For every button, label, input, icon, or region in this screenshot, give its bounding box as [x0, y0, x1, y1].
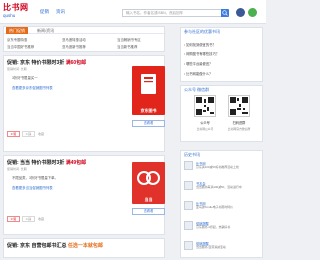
avatar: [184, 221, 193, 230]
dangdang-image[interactable]: 当当: [132, 162, 165, 204]
logo-text-en: qushu: [3, 13, 16, 18]
promo-post-jd: 促销: 京东 特价书限时3折 满60包邮 促销时间: 长期 3折好书限量买一 查…: [3, 55, 165, 152]
top-bar: 比书网 qushu 促销 资讯 输入书名，作者名或ISBN，然后回车: [0, 0, 266, 24]
go-view-button[interactable]: 去看看: [132, 120, 165, 127]
history-item[interactable]: 比书网 京东满100减50好书推荐活动上线: [184, 161, 261, 174]
tab-news[interactable]: 新闻/资讯: [37, 28, 54, 34]
category-item[interactable]: 当当中国好书推荐: [7, 44, 34, 49]
sidebar-history-title: 历史书讯: [184, 152, 200, 157]
category-item[interactable]: 亚马逊特惠活动: [62, 37, 86, 42]
qr-code-group: [228, 95, 250, 117]
promo-post-jd-free-shipping: 促销: 京东 自营包邮书汇总 任选一本就包邮: [3, 238, 165, 258]
qr-subtitle: 比书网官方微信群: [227, 127, 251, 131]
history-text: 京东图书 2折起，热销好书: [196, 225, 231, 229]
dislike-button[interactable]: 0 踩: [22, 131, 35, 137]
post-title-text: 促销: 当当 特价书限时3折: [7, 160, 66, 166]
wechat-icon[interactable]: [248, 8, 257, 17]
jd-books-image[interactable]: 京东图书: [132, 66, 165, 115]
post-meta: 促销时间: 长期: [7, 67, 27, 71]
dislike-button[interactable]: 0 踩: [22, 216, 35, 222]
image-caption: 京东图书: [140, 108, 157, 113]
like-button[interactable]: 0 赞: [7, 216, 20, 222]
post-link[interactable]: 查看更多京东促销图书列表: [12, 85, 53, 90]
history-item[interactable]: 比书网 亚马逊Kindle电子书限时特价: [184, 201, 261, 214]
promo-post-dangdang: 促销: 当当 特价书限时3折 满49包邮 促销时间: 长期 不限品类，3折好书限…: [3, 155, 165, 235]
category-item[interactable]: 当当新书推荐: [117, 44, 137, 49]
search-icon: [222, 10, 228, 16]
sidebar-follow-title: 公众号 微信群: [184, 87, 210, 92]
sidebar-follow: 公众号 微信群 公众号 扫码进群 比书网公众号 比书网官方微信群: [180, 85, 263, 142]
faq-item[interactable]: • 比书网能做什么？: [184, 71, 212, 76]
category-item[interactable]: 京东专题特惠: [7, 37, 27, 42]
qr-subtitle: 比书网公众号: [196, 127, 214, 131]
favorite-link[interactable]: 收藏: [38, 132, 44, 136]
search-input[interactable]: 输入书名，作者名或ISBN，然后回车: [122, 9, 222, 17]
book-icon: [141, 74, 156, 94]
history-text: 京东满100减50好书推荐活动上线: [196, 165, 239, 169]
post-text: 不限品类，3折好书限量下单。: [12, 176, 58, 180]
login-icon[interactable]: [236, 8, 245, 17]
faq-item[interactable]: • 如何找到便宜的书？: [184, 42, 216, 47]
nav-news[interactable]: 资讯: [56, 9, 65, 15]
history-item[interactable]: 促销提醒 京东图书 2折起，热销好书: [184, 221, 261, 234]
logo-text-cn: 比书网: [3, 3, 29, 12]
qr-code-official-account: [194, 95, 216, 117]
favorite-link[interactable]: 收藏: [38, 217, 44, 221]
history-item[interactable]: 书友会 当当图书每满100减50，活动进行中: [184, 181, 261, 194]
go-view-button[interactable]: 去看看: [132, 208, 165, 215]
post-title-highlight: 满60包邮: [65, 60, 87, 66]
history-item[interactable]: 促销提醒 当当图书 自营满减活动: [184, 241, 261, 254]
qr-label: 扫码进群: [232, 121, 246, 125]
faq-item[interactable]: • 哪些平台最便宜？: [184, 61, 212, 66]
post-meta: 促销时间: 长期: [7, 167, 27, 171]
history-text: 当当图书每满100减50，活动进行中: [196, 185, 242, 189]
post-actions: 0 赞 0 踩 收藏: [7, 131, 67, 137]
sidebar-faq-title: 参与社区的优惠书讯: [184, 29, 220, 34]
qr-label: 公众号: [200, 121, 210, 125]
site-logo[interactable]: 比书网 qushu: [3, 3, 31, 21]
sidebar-history: 历史书讯 比书网 京东满100减50好书推荐活动上线 书友会 当当图书每满100…: [180, 150, 263, 258]
post-title-text: 促销: 京东 特价书限时3折: [7, 60, 66, 66]
avatar: [184, 241, 193, 250]
dangdang-logo-icon: [137, 171, 160, 185]
avatar: [184, 161, 193, 170]
avatar: [184, 201, 193, 210]
history-text: 当当图书 自营满减活动: [196, 245, 226, 249]
post-title-text: 促销: 京东 自营包邮书汇总: [7, 243, 68, 249]
history-text: 亚马逊Kindle电子书限时特价: [196, 205, 233, 209]
image-caption: 当当: [144, 197, 153, 202]
post-link[interactable]: 查看更多当当促销图书列表: [12, 185, 53, 190]
sidebar-faq: 参与社区的优惠书讯 • 如何找到便宜的书？ • 网购图书有哪些技巧？ • 哪些平…: [180, 27, 263, 82]
faq-item[interactable]: • 网购图书有哪些技巧？: [184, 51, 219, 56]
qr-code-icon: [230, 97, 248, 115]
category-panel: 热门促销 新闻/资讯 京东专题特惠 亚马逊特惠活动 当当畅销书专区 当当中国好书…: [3, 26, 166, 52]
post-title[interactable]: 促销: 京东 自营包邮书汇总 任选一本就包邮: [7, 242, 103, 249]
nav-promotions[interactable]: 促销: [40, 9, 49, 15]
avatar: [184, 181, 193, 190]
category-item[interactable]: 当当畅销书专区: [117, 37, 141, 42]
like-button[interactable]: 0 赞: [7, 131, 20, 137]
post-title-highlight: 满49包邮: [65, 160, 87, 166]
category-tabs: 热门促销 新闻/资讯: [4, 27, 166, 34]
post-title-highlight: 任选一本就包邮: [67, 243, 103, 249]
post-actions: 0 赞 0 踩 收藏: [7, 216, 67, 222]
post-title[interactable]: 促销: 京东 特价书限时3折 满60包邮: [7, 59, 86, 66]
qr-code-icon: [196, 97, 214, 115]
category-item[interactable]: 亚马逊新书推荐: [62, 44, 86, 49]
tab-hot-promotions[interactable]: 热门促销: [6, 27, 28, 34]
post-text: 3折好书限量买一: [12, 76, 38, 80]
post-title[interactable]: 促销: 当当 特价书限时3折 满49包邮: [7, 159, 86, 166]
search-button[interactable]: [221, 9, 229, 17]
